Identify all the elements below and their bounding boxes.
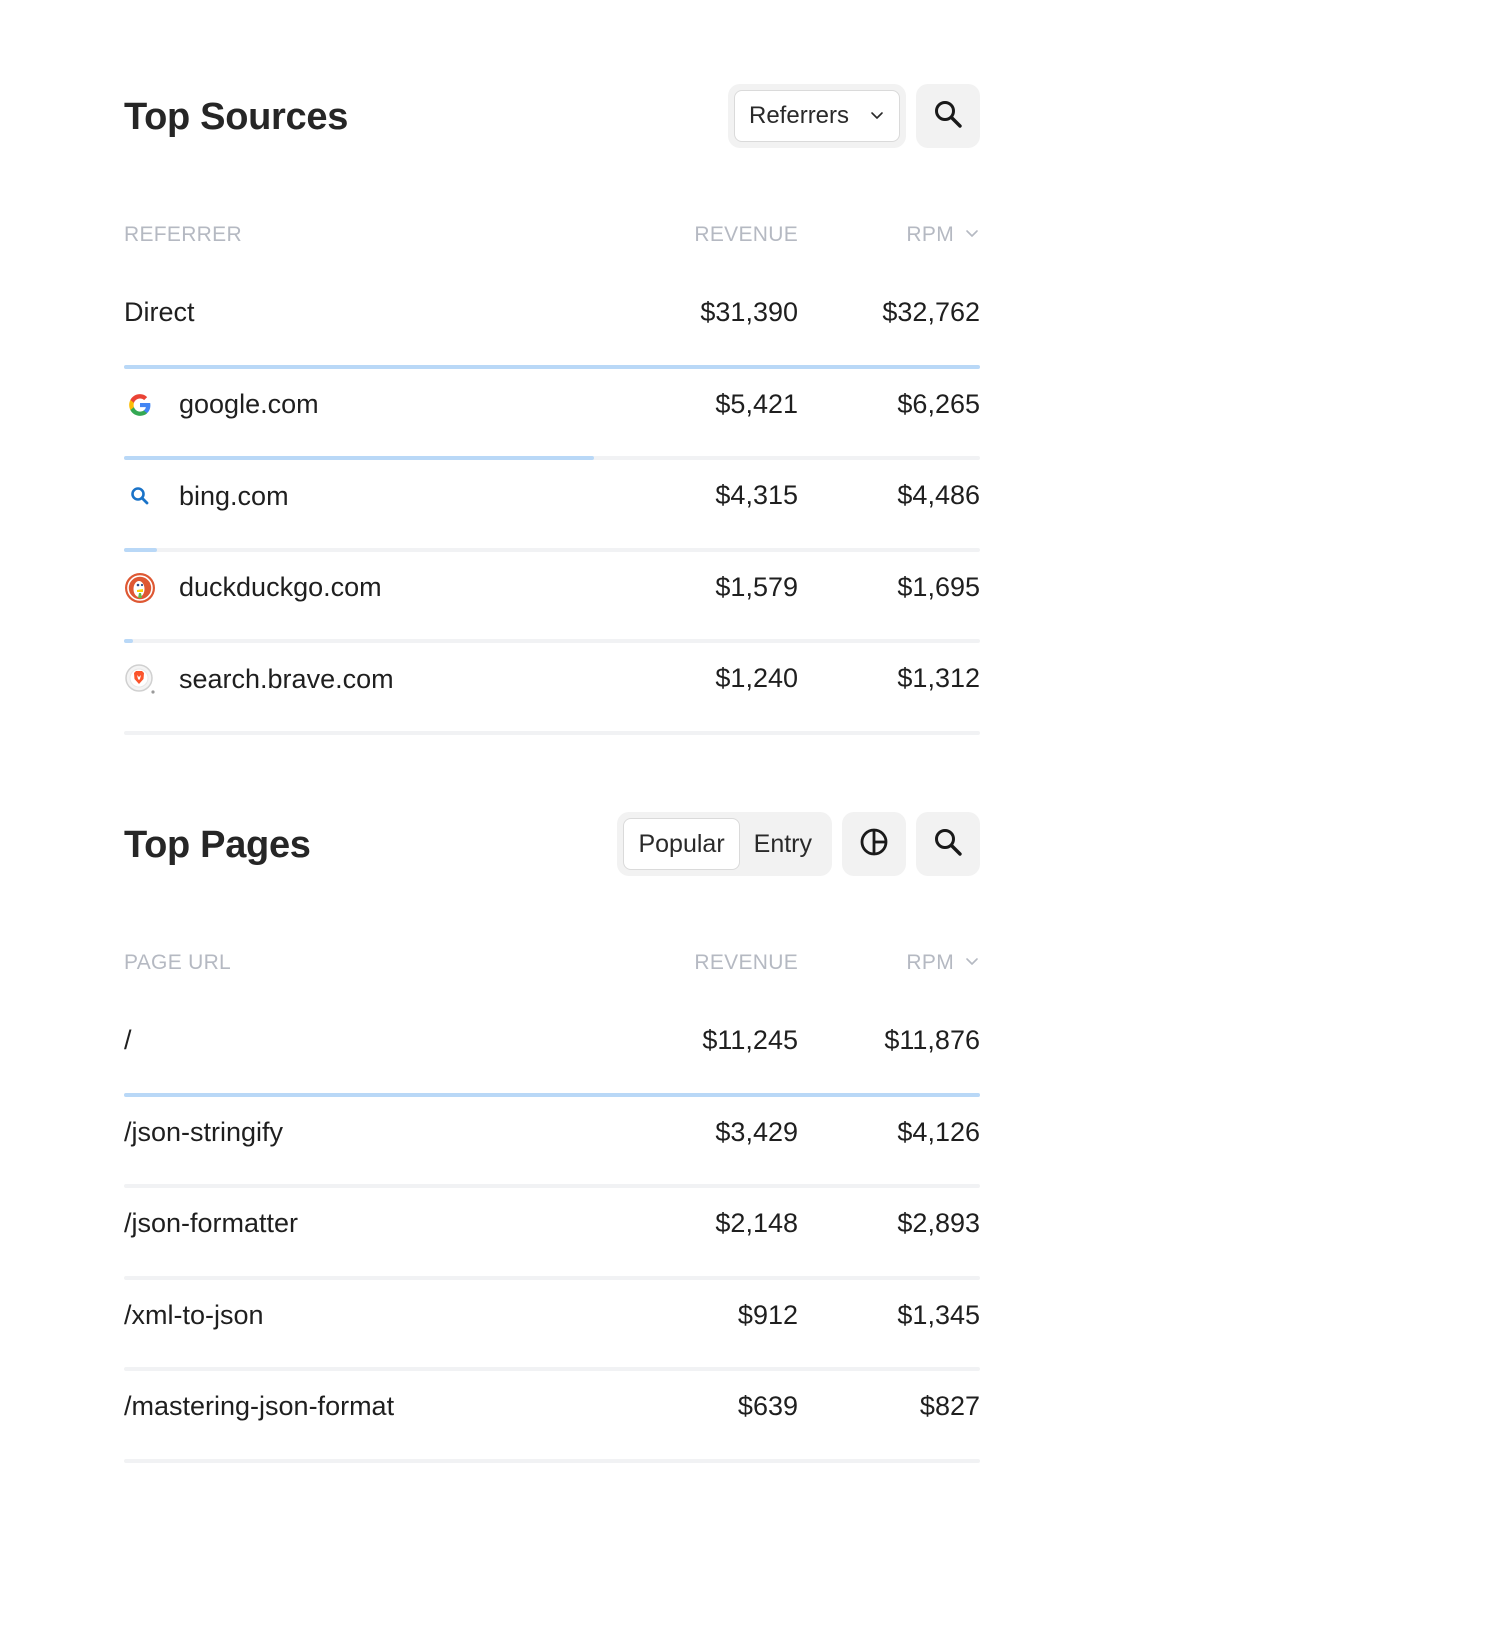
top-pages-title: Top Pages <box>124 824 311 866</box>
source-type-dropdown[interactable]: Referrers <box>734 90 900 142</box>
rpm-column-header[interactable]: RPM <box>906 951 980 975</box>
rpm-column-header[interactable]: RPM <box>906 223 980 247</box>
revenue-cell: $4,315 <box>715 480 798 510</box>
top-pages-controls: Popular Entry <box>617 812 980 876</box>
referrer-label: Direct <box>124 297 195 327</box>
source-type-select-wrapper: Referrers <box>728 84 906 148</box>
top-pages-header: Top Pages Popular Entry <box>124 812 980 876</box>
revenue-cell: $1,240 <box>715 663 798 693</box>
rpm-cell: $4,126 <box>897 1116 980 1147</box>
page-url: /xml-to-json <box>124 1299 264 1330</box>
sources-rows: Direct $31,390 $32,762 google.com $5,421… <box>124 277 980 735</box>
revenue-cell: $2,148 <box>715 1208 798 1238</box>
pages-rows: / $11,245 $11,876 /json-stringify $3,429… <box>124 1005 980 1463</box>
top-sources-controls: Referrers <box>728 84 980 148</box>
table-row[interactable]: Direct $31,390 $32,762 <box>124 277 980 369</box>
pages-mode-toggle: Popular Entry <box>617 812 832 876</box>
share-bar-track <box>124 730 980 735</box>
chevron-down-icon <box>869 102 885 130</box>
rpm-cell: $32,762 <box>882 297 980 327</box>
chevron-down-icon <box>964 951 980 975</box>
revenue-cell: $3,429 <box>715 1116 798 1147</box>
chevron-down-icon <box>964 223 980 247</box>
table-row[interactable]: duckduckgo.com $1,579 $1,695 <box>124 552 980 643</box>
search-icon <box>932 98 964 135</box>
referrer-label: duckduckgo.com <box>179 572 382 602</box>
page-url: /json-formatter <box>124 1208 299 1238</box>
table-row[interactable]: /xml-to-json $912 $1,345 <box>124 1280 980 1371</box>
page-url-column-header: PAGE URL <box>124 951 232 974</box>
top-sources-title: Top Sources <box>124 96 349 138</box>
revenue-column-header[interactable]: REVENUE <box>694 951 798 975</box>
source-type-dropdown-label: Referrers <box>749 102 850 129</box>
referrer-column-header: REFERRER <box>124 223 242 246</box>
tab-entry[interactable]: Entry <box>740 818 826 870</box>
rpm-cell: $1,312 <box>897 663 980 693</box>
rpm-cell: $11,876 <box>884 1025 980 1055</box>
share-bar-track <box>124 1458 980 1463</box>
sources-search-button[interactable] <box>916 84 980 148</box>
rpm-cell: $1,695 <box>897 571 980 602</box>
page-url: /mastering-json-format <box>124 1391 395 1421</box>
referrer-name: search.brave.com <box>124 663 394 695</box>
referrer-label: search.brave.com <box>179 663 394 694</box>
pie-chart-button[interactable] <box>842 812 906 876</box>
referrer-label: google.com <box>179 389 319 419</box>
duckduckgo-icon <box>124 572 156 604</box>
table-row[interactable]: /json-formatter $2,148 $2,893 <box>124 1188 980 1280</box>
google-icon <box>124 389 156 421</box>
referrer-name: bing.com <box>124 480 289 512</box>
table-row[interactable]: /mastering-json-format $639 $827 <box>124 1371 980 1463</box>
page-url: /json-stringify <box>124 1116 284 1147</box>
revenue-cell: $1,579 <box>715 571 798 602</box>
bing-icon <box>124 480 156 512</box>
page-url: / <box>124 1025 132 1055</box>
rpm-cell: $4,486 <box>897 480 980 510</box>
referrer-name: Direct <box>124 297 195 328</box>
rpm-cell: $827 <box>919 1391 980 1421</box>
table-row[interactable]: / $11,245 $11,876 <box>124 1005 980 1097</box>
revenue-column-header[interactable]: REVENUE <box>694 223 798 247</box>
rpm-cell: $2,893 <box>897 1208 980 1238</box>
table-row[interactable]: search.brave.com $1,240 $1,312 <box>124 643 980 735</box>
table-row[interactable]: bing.com $4,315 $4,486 <box>124 460 980 552</box>
table-row[interactable]: google.com $5,421 $6,265 <box>124 369 980 460</box>
pages-table-header: PAGE URL REVENUE RPM <box>124 942 980 982</box>
rpm-cell: $6,265 <box>897 388 980 419</box>
brave-icon <box>124 663 156 695</box>
referrer-name: google.com <box>124 389 319 421</box>
revenue-cell: $912 <box>737 1299 798 1330</box>
top-pages-panel: Top Pages Popular Entry PAGE URL REVENUE… <box>124 812 980 1463</box>
search-icon <box>932 826 964 863</box>
pie-chart-icon <box>858 826 890 863</box>
table-row[interactable]: /json-stringify $3,429 $4,126 <box>124 1097 980 1188</box>
revenue-cell: $11,245 <box>702 1025 798 1055</box>
referrer-label: bing.com <box>179 480 289 511</box>
revenue-cell: $639 <box>737 1391 798 1421</box>
rpm-column-label: RPM <box>906 223 954 246</box>
revenue-cell: $31,390 <box>700 297 798 327</box>
top-sources-header: Top Sources Referrers <box>124 84 980 148</box>
referrer-name: duckduckgo.com <box>124 572 382 604</box>
revenue-cell: $5,421 <box>715 388 798 419</box>
rpm-column-label: RPM <box>906 951 954 974</box>
rpm-cell: $1,345 <box>897 1299 980 1330</box>
tab-popular[interactable]: Popular <box>623 818 740 870</box>
top-sources-panel: Top Sources Referrers REFERRER REVENUE R… <box>124 84 980 735</box>
pages-search-button[interactable] <box>916 812 980 876</box>
sources-table-header: REFERRER REVENUE RPM <box>124 214 980 254</box>
